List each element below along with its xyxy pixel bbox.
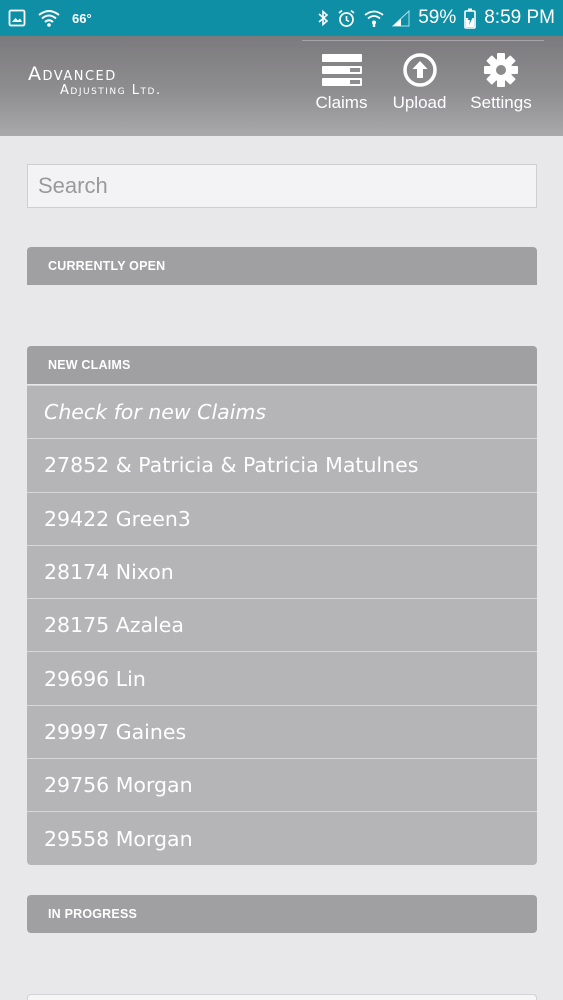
gallery-icon [8, 9, 26, 27]
app-header: Advanced Adjusting Ltd. Claims Upload Se… [0, 36, 563, 136]
claim-list-item[interactable]: 27852 & Patricia & Patricia Matulnes [27, 438, 537, 492]
status-bar: 66° 59% 8:59 PM [0, 0, 563, 36]
check-new-claims-button[interactable]: Check for new Claims [27, 385, 537, 439]
bottom-card [27, 994, 537, 1000]
upload-icon [402, 41, 438, 93]
search-input[interactable] [27, 164, 537, 208]
claims-list-icon [321, 41, 362, 93]
logo-line-2: Adjusting Ltd. [60, 83, 162, 98]
claim-list-item[interactable]: 29696 Lin [27, 651, 537, 705]
company-logo: Advanced Adjusting Ltd. [28, 64, 162, 98]
claim-list-item[interactable]: 29422 Green3 [27, 491, 537, 545]
tab-settings-label: Settings [470, 93, 532, 112]
claim-list-item[interactable]: 29756 Morgan [27, 758, 537, 812]
claim-list-item[interactable]: 29997 Gaines [27, 704, 537, 759]
tab-upload[interactable]: Upload [381, 41, 458, 125]
claim-list-item[interactable]: 28174 Nixon [27, 544, 537, 599]
alarm-icon [337, 9, 356, 28]
claim-list-item[interactable]: 29558 Morgan [27, 811, 537, 865]
battery-charging-icon [464, 8, 477, 29]
temperature-text: 66° [72, 10, 92, 26]
tab-settings[interactable]: Settings [458, 41, 544, 125]
battery-percent: 59% [418, 7, 457, 28]
signal-icon [392, 9, 410, 27]
tab-claims[interactable]: Claims [302, 41, 381, 125]
claim-list-item[interactable]: 28175 Azalea [27, 598, 537, 652]
gear-icon [483, 41, 519, 93]
wifi-icon [38, 9, 60, 27]
section-header-in-progress[interactable]: IN PROGRESS [27, 895, 537, 933]
logo-line-1: Advanced [28, 63, 117, 85]
tab-claims-label: Claims [315, 93, 368, 112]
section-header-new-claims[interactable]: NEW CLAIMS [27, 346, 537, 384]
wifi-calling-icon [364, 9, 384, 27]
new-claims-list: Check for new Claims 27852 & Patricia & … [27, 385, 537, 865]
section-header-currently-open[interactable]: CURRENTLY OPEN [27, 247, 537, 285]
bluetooth-icon [317, 9, 329, 27]
tab-bar: Claims Upload Settings [302, 40, 544, 124]
clock-time: 8:59 PM [484, 7, 555, 28]
tab-upload-label: Upload [392, 93, 447, 112]
